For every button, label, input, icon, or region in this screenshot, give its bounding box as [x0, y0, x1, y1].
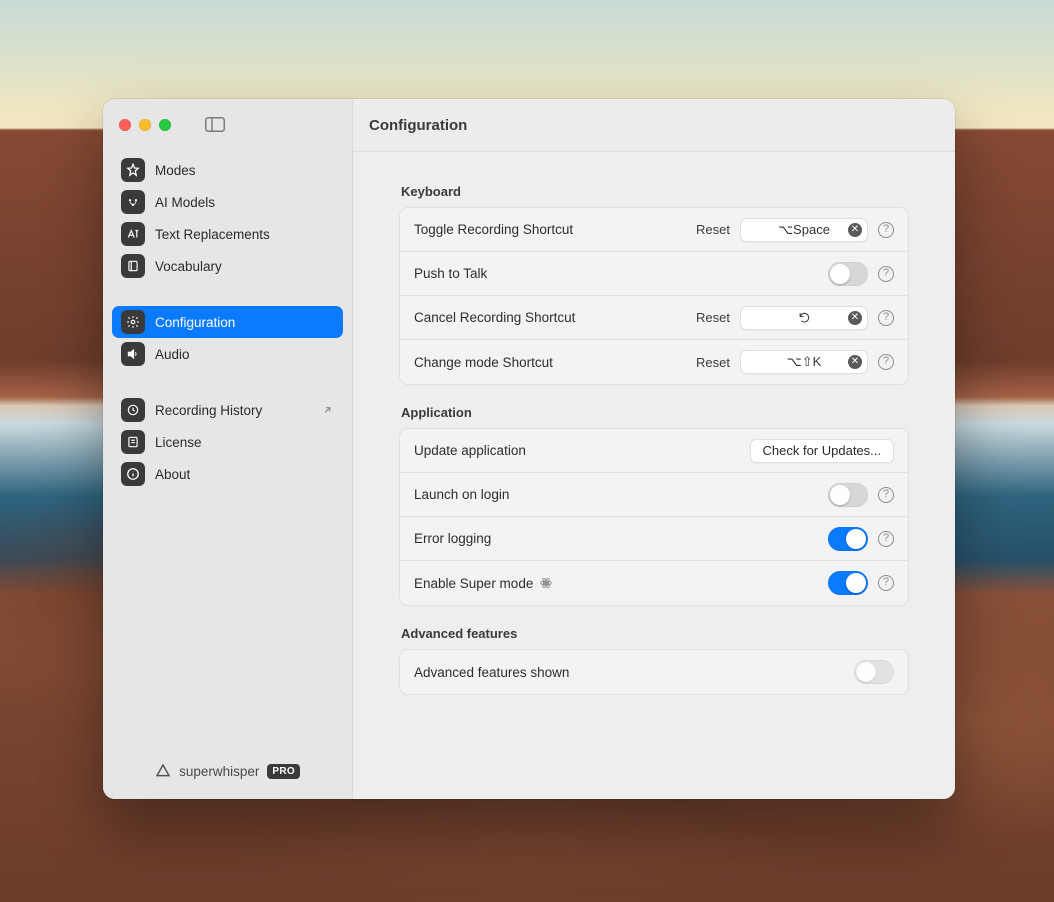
main-pane: Configuration Keyboard Toggle Recording …: [353, 99, 955, 799]
help-icon[interactable]: ?: [878, 487, 894, 503]
sidebar-item-label: License: [155, 435, 202, 450]
sidebar-footer: superwhisper PRO: [103, 747, 352, 799]
toggle-sidebar-icon[interactable]: [205, 117, 225, 132]
row-push-to-talk: Push to Talk ?: [400, 252, 908, 296]
check-updates-button[interactable]: Check for Updates...: [750, 439, 895, 463]
panel-application: Update application Check for Updates... …: [399, 428, 909, 606]
row-label: Change mode Shortcut: [414, 355, 686, 370]
window-controls: [103, 113, 352, 150]
brand-name: superwhisper: [179, 764, 259, 779]
sidebar-item-label: Configuration: [155, 315, 235, 330]
row-label: Advanced features shown: [414, 665, 844, 680]
toggle-error-logging[interactable]: [828, 527, 868, 551]
panel-advanced: Advanced features shown: [399, 649, 909, 695]
row-label: Push to Talk: [414, 266, 818, 281]
external-link-icon: [322, 405, 333, 416]
shortcut-value: ⌥Space: [778, 222, 830, 238]
toggle-launch-on-login[interactable]: [828, 483, 868, 507]
settings-window: Modes AI Models Text Replacements Vocabu…: [103, 99, 955, 799]
audio-icon: [121, 342, 145, 366]
sidebar-item-text-replacements[interactable]: Text Replacements: [112, 218, 343, 250]
undo-icon: [798, 311, 811, 324]
minimize-window-button[interactable]: [139, 119, 151, 131]
about-icon: [121, 462, 145, 486]
toggle-push-to-talk[interactable]: [828, 262, 868, 286]
sidebar-item-about[interactable]: About: [112, 458, 343, 490]
help-icon[interactable]: ?: [878, 575, 894, 591]
license-icon: [121, 430, 145, 454]
configuration-icon: [121, 310, 145, 334]
sidebar-group-3: Recording History License About: [103, 390, 352, 494]
toggle-super-mode[interactable]: [828, 571, 868, 595]
row-update-application: Update application Check for Updates...: [400, 429, 908, 473]
shortcut-change-mode[interactable]: ⌥⇧K ✕: [740, 350, 868, 374]
page-title: Configuration: [353, 99, 955, 151]
shortcut-value: ⌥⇧K: [787, 354, 822, 370]
row-label: Cancel Recording Shortcut: [414, 310, 686, 325]
row-cancel-recording: Cancel Recording Shortcut Reset ✕ ?: [400, 296, 908, 340]
row-label: Error logging: [414, 531, 818, 546]
sidebar-item-label: Audio: [155, 347, 190, 362]
help-icon[interactable]: ?: [878, 266, 894, 282]
sidebar-item-label: Text Replacements: [155, 227, 270, 242]
clear-shortcut-icon[interactable]: ✕: [848, 223, 862, 237]
help-icon[interactable]: ?: [878, 310, 894, 326]
sidebar-item-ai-models[interactable]: AI Models: [112, 186, 343, 218]
toggle-advanced-shown[interactable]: [854, 660, 894, 684]
shortcut-cancel-recording[interactable]: ✕: [740, 306, 868, 330]
sidebar: Modes AI Models Text Replacements Vocabu…: [103, 99, 353, 799]
zoom-window-button[interactable]: [159, 119, 171, 131]
sidebar-item-label: About: [155, 467, 190, 482]
button-label: Check for Updates...: [763, 443, 882, 458]
row-label: Update application: [414, 443, 740, 458]
shortcut-toggle-recording[interactable]: ⌥Space ✕: [740, 218, 868, 242]
sidebar-item-label: Modes: [155, 163, 196, 178]
section-title-advanced: Advanced features: [401, 626, 909, 641]
section-title-application: Application: [401, 405, 909, 420]
row-label: Enable Super mode: [414, 576, 818, 591]
sidebar-item-license[interactable]: License: [112, 426, 343, 458]
pro-badge: PRO: [267, 764, 300, 779]
clear-shortcut-icon[interactable]: ✕: [848, 355, 862, 369]
section-title-keyboard: Keyboard: [401, 184, 909, 199]
help-icon[interactable]: ?: [878, 222, 894, 238]
clear-shortcut-icon[interactable]: ✕: [848, 311, 862, 325]
reset-toggle-recording[interactable]: Reset: [696, 222, 730, 237]
panel-keyboard: Toggle Recording Shortcut Reset ⌥Space ✕…: [399, 207, 909, 385]
sidebar-item-label: AI Models: [155, 195, 215, 210]
row-change-mode: Change mode Shortcut Reset ⌥⇧K ✕ ?: [400, 340, 908, 384]
row-toggle-recording: Toggle Recording Shortcut Reset ⌥Space ✕…: [400, 208, 908, 252]
close-window-button[interactable]: [119, 119, 131, 131]
sidebar-item-modes[interactable]: Modes: [112, 154, 343, 186]
sidebar-item-configuration[interactable]: Configuration: [112, 306, 343, 338]
sidebar-group-1: Modes AI Models Text Replacements Vocabu…: [103, 150, 352, 286]
reset-cancel-recording[interactable]: Reset: [696, 310, 730, 325]
sidebar-item-recording-history[interactable]: Recording History: [112, 394, 343, 426]
content-area: Keyboard Toggle Recording Shortcut Reset…: [353, 151, 955, 799]
text-replacements-icon: [121, 222, 145, 246]
history-icon: [121, 398, 145, 422]
sidebar-item-vocabulary[interactable]: Vocabulary: [112, 250, 343, 282]
row-advanced-shown: Advanced features shown: [400, 650, 908, 694]
row-launch-on-login: Launch on login ?: [400, 473, 908, 517]
row-error-logging: Error logging ?: [400, 517, 908, 561]
sidebar-item-audio[interactable]: Audio: [112, 338, 343, 370]
modes-icon: [121, 158, 145, 182]
vocabulary-icon: [121, 254, 145, 278]
sidebar-item-label: Recording History: [155, 403, 262, 418]
help-icon[interactable]: ?: [878, 531, 894, 547]
sidebar-group-2: Configuration Audio: [103, 302, 352, 374]
sidebar-item-label: Vocabulary: [155, 259, 222, 274]
row-label: Toggle Recording Shortcut: [414, 222, 686, 237]
brand-logo-icon: [155, 763, 171, 779]
reset-change-mode[interactable]: Reset: [696, 355, 730, 370]
help-icon[interactable]: ?: [878, 354, 894, 370]
atom-icon: [539, 576, 553, 590]
ai-models-icon: [121, 190, 145, 214]
row-enable-super-mode: Enable Super mode ?: [400, 561, 908, 605]
row-label: Launch on login: [414, 487, 818, 502]
row-label-text: Enable Super mode: [414, 576, 533, 591]
